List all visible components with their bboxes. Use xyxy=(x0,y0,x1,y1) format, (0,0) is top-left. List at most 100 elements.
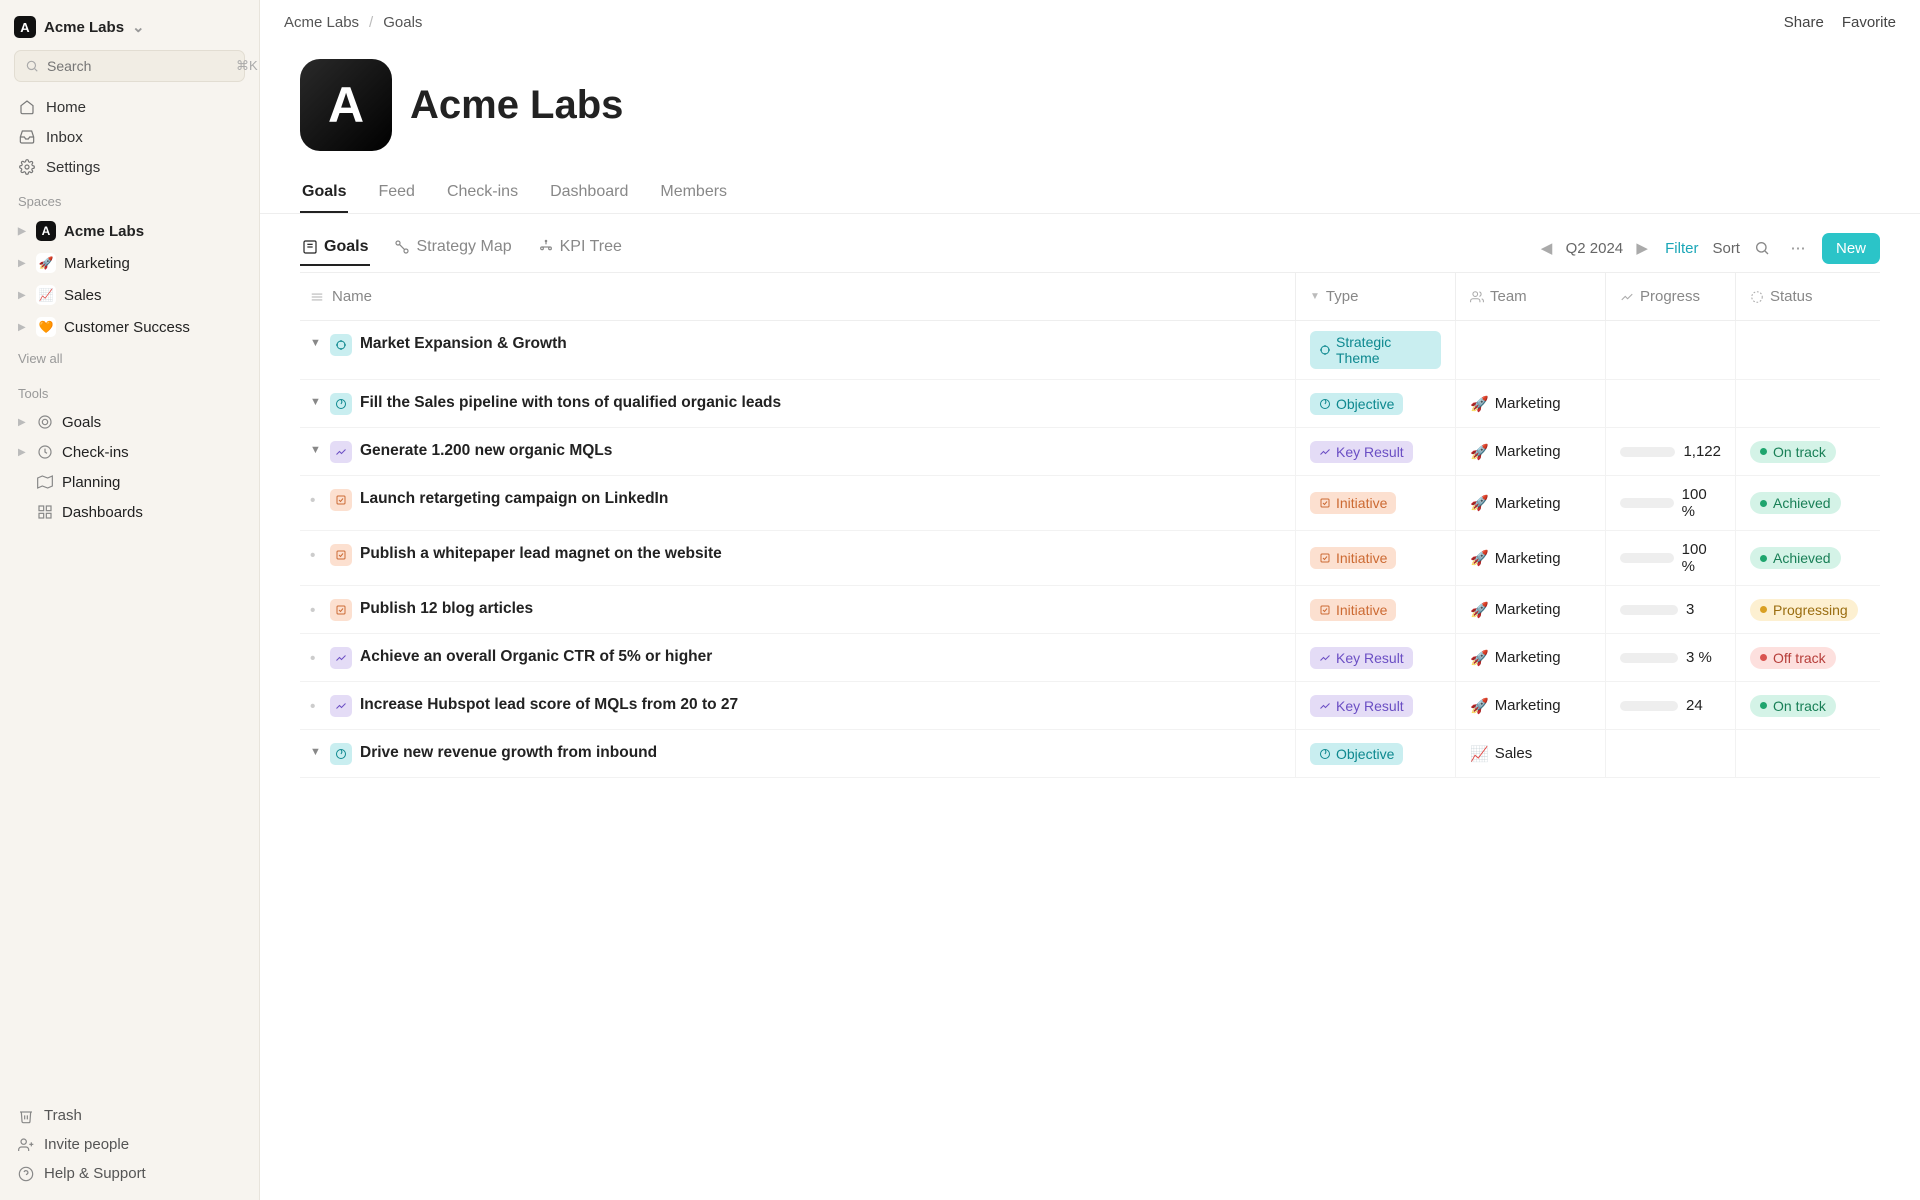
table-row[interactable]: ▼ Fill the Sales pipeline with tons of q… xyxy=(300,380,1880,428)
team-name: Marketing xyxy=(1495,601,1561,618)
sub-tab[interactable]: Strategy Map xyxy=(392,230,513,266)
table-row[interactable]: ▼ Drive new revenue growth from inbound … xyxy=(300,730,1880,778)
progress-bar xyxy=(1620,553,1674,563)
col-type-label[interactable]: Type xyxy=(1326,288,1359,305)
main-tab[interactable]: Feed xyxy=(376,173,416,213)
chevron-right-icon: ▶ xyxy=(18,447,28,458)
trash-icon xyxy=(18,1108,34,1124)
main-tab[interactable]: Dashboard xyxy=(548,173,630,213)
section-spaces-label: Spaces xyxy=(0,182,259,215)
sidebar-tool-item[interactable]: Planning xyxy=(8,467,251,497)
breadcrumb-root[interactable]: Acme Labs xyxy=(284,14,359,31)
page-logo-icon: A xyxy=(300,59,392,151)
col-status-label[interactable]: Status xyxy=(1770,288,1813,305)
col-name-label[interactable]: Name xyxy=(332,288,372,305)
sidebar-space-item[interactable]: ▶📈Sales xyxy=(8,279,251,311)
sidebar-tool-item[interactable]: ▶Goals xyxy=(8,407,251,437)
caret-down-icon[interactable]: ▼ xyxy=(310,396,322,408)
gear-icon xyxy=(18,158,36,176)
main-tab[interactable]: Check-ins xyxy=(445,173,520,213)
main-tab[interactable]: Goals xyxy=(300,173,348,213)
sub-tab[interactable]: KPI Tree xyxy=(536,230,624,266)
progress-bar xyxy=(1620,498,1674,508)
row-type-icon xyxy=(330,441,352,463)
workspace-name: Acme Labs xyxy=(44,19,124,36)
favorite-button[interactable]: Favorite xyxy=(1842,14,1896,31)
workspace-switcher[interactable]: A Acme Labs ⌄ xyxy=(0,12,259,50)
table-row[interactable]: • Publish a whitepaper lead magnet on th… xyxy=(300,531,1880,586)
col-team-label[interactable]: Team xyxy=(1490,288,1527,305)
team-emoji-icon: 🚀 xyxy=(1470,649,1489,667)
new-button[interactable]: New xyxy=(1822,233,1880,264)
type-tag-icon xyxy=(1319,344,1331,356)
sidebar-space-item[interactable]: ▶🧡Customer Success xyxy=(8,311,251,343)
period-next-button[interactable]: ▶ xyxy=(1633,239,1651,257)
type-tag: Key Result xyxy=(1310,647,1413,669)
table-row[interactable]: • Publish 12 blog articles Initiative 🚀M… xyxy=(300,586,1880,634)
col-progress-label[interactable]: Progress xyxy=(1640,288,1700,305)
chevron-down-icon: ⌄ xyxy=(132,18,145,36)
search-input-wrapper[interactable]: ⌘K xyxy=(14,50,245,82)
more-button[interactable]: ⋯ xyxy=(1788,239,1808,257)
inbox-icon xyxy=(18,128,36,146)
status-badge: Progressing xyxy=(1750,599,1858,621)
progress-icon xyxy=(1620,290,1634,304)
row-title: Publish a whitepaper lead magnet on the … xyxy=(360,543,722,565)
row-title: Drive new revenue growth from inbound xyxy=(360,742,657,764)
tool-name: Check-ins xyxy=(62,444,129,461)
team-name: Marketing xyxy=(1495,443,1561,460)
period-prev-button[interactable]: ◀ xyxy=(1538,239,1556,257)
nav-inbox[interactable]: Inbox xyxy=(8,122,251,152)
nav-invite[interactable]: Invite people xyxy=(0,1130,259,1159)
period-label[interactable]: Q2 2024 xyxy=(1566,240,1624,257)
help-icon xyxy=(18,1166,34,1182)
status-icon xyxy=(1750,290,1764,304)
row-title: Publish 12 blog articles xyxy=(360,598,533,620)
search-input[interactable] xyxy=(47,58,228,74)
caret-down-icon[interactable]: ▼ xyxy=(310,444,322,456)
table-row[interactable]: ▼ Generate 1.200 new organic MQLs Key Re… xyxy=(300,428,1880,476)
share-button[interactable]: Share xyxy=(1784,14,1824,31)
breadcrumb-separator: / xyxy=(369,14,373,31)
nav-home[interactable]: Home xyxy=(8,92,251,122)
page-title: Acme Labs xyxy=(410,83,623,128)
breadcrumb-current[interactable]: Goals xyxy=(383,14,422,31)
status-badge: Off track xyxy=(1750,647,1836,669)
search-icon xyxy=(25,59,39,73)
space-emoji-icon: A xyxy=(36,221,56,241)
row-type-icon xyxy=(330,599,352,621)
sidebar-space-item[interactable]: ▶🚀Marketing xyxy=(8,247,251,279)
caret-down-icon[interactable]: ▼ xyxy=(310,337,322,349)
sort-button[interactable]: Sort xyxy=(1712,240,1740,257)
sidebar-tool-item[interactable]: Dashboards xyxy=(8,497,251,527)
progress-value: 100 % xyxy=(1682,486,1721,520)
sidebar: A Acme Labs ⌄ ⌘K Home Inbox Settings Spa… xyxy=(0,0,260,1200)
row-type-icon xyxy=(330,393,352,415)
type-tag-icon xyxy=(1319,604,1331,616)
table-row[interactable]: • Launch retargeting campaign on LinkedI… xyxy=(300,476,1880,531)
map-icon xyxy=(36,473,54,491)
caret-down-icon[interactable]: ▼ xyxy=(310,746,322,758)
view-all-spaces[interactable]: View all xyxy=(0,343,259,374)
progress-value: 1,122 xyxy=(1683,443,1721,460)
chevron-right-icon: ▶ xyxy=(18,417,28,428)
space-name: Sales xyxy=(64,287,102,304)
chevron-right-icon xyxy=(18,477,28,488)
chevron-right-icon: ▶ xyxy=(18,258,28,269)
sidebar-space-item[interactable]: ▶AAcme Labs xyxy=(8,215,251,247)
filter-button[interactable]: Filter xyxy=(1665,240,1698,257)
table-row[interactable]: ▼ Market Expansion & Growth Strategic Th… xyxy=(300,321,1880,380)
sub-tab[interactable]: Goals xyxy=(300,230,370,266)
type-tag: Initiative xyxy=(1310,547,1396,569)
space-emoji-icon: 🚀 xyxy=(36,253,56,273)
table-row[interactable]: • Achieve an overall Organic CTR of 5% o… xyxy=(300,634,1880,682)
nav-settings[interactable]: Settings xyxy=(8,152,251,182)
tool-name: Dashboards xyxy=(62,504,143,521)
table-row[interactable]: • Increase Hubspot lead score of MQLs fr… xyxy=(300,682,1880,730)
status-badge: On track xyxy=(1750,441,1836,463)
nav-help[interactable]: Help & Support xyxy=(0,1159,259,1188)
search-icon-button[interactable] xyxy=(1754,240,1774,256)
sidebar-tool-item[interactable]: ▶ Check-ins xyxy=(8,437,251,467)
main-tab[interactable]: Members xyxy=(658,173,729,213)
nav-trash[interactable]: Trash xyxy=(0,1101,259,1130)
